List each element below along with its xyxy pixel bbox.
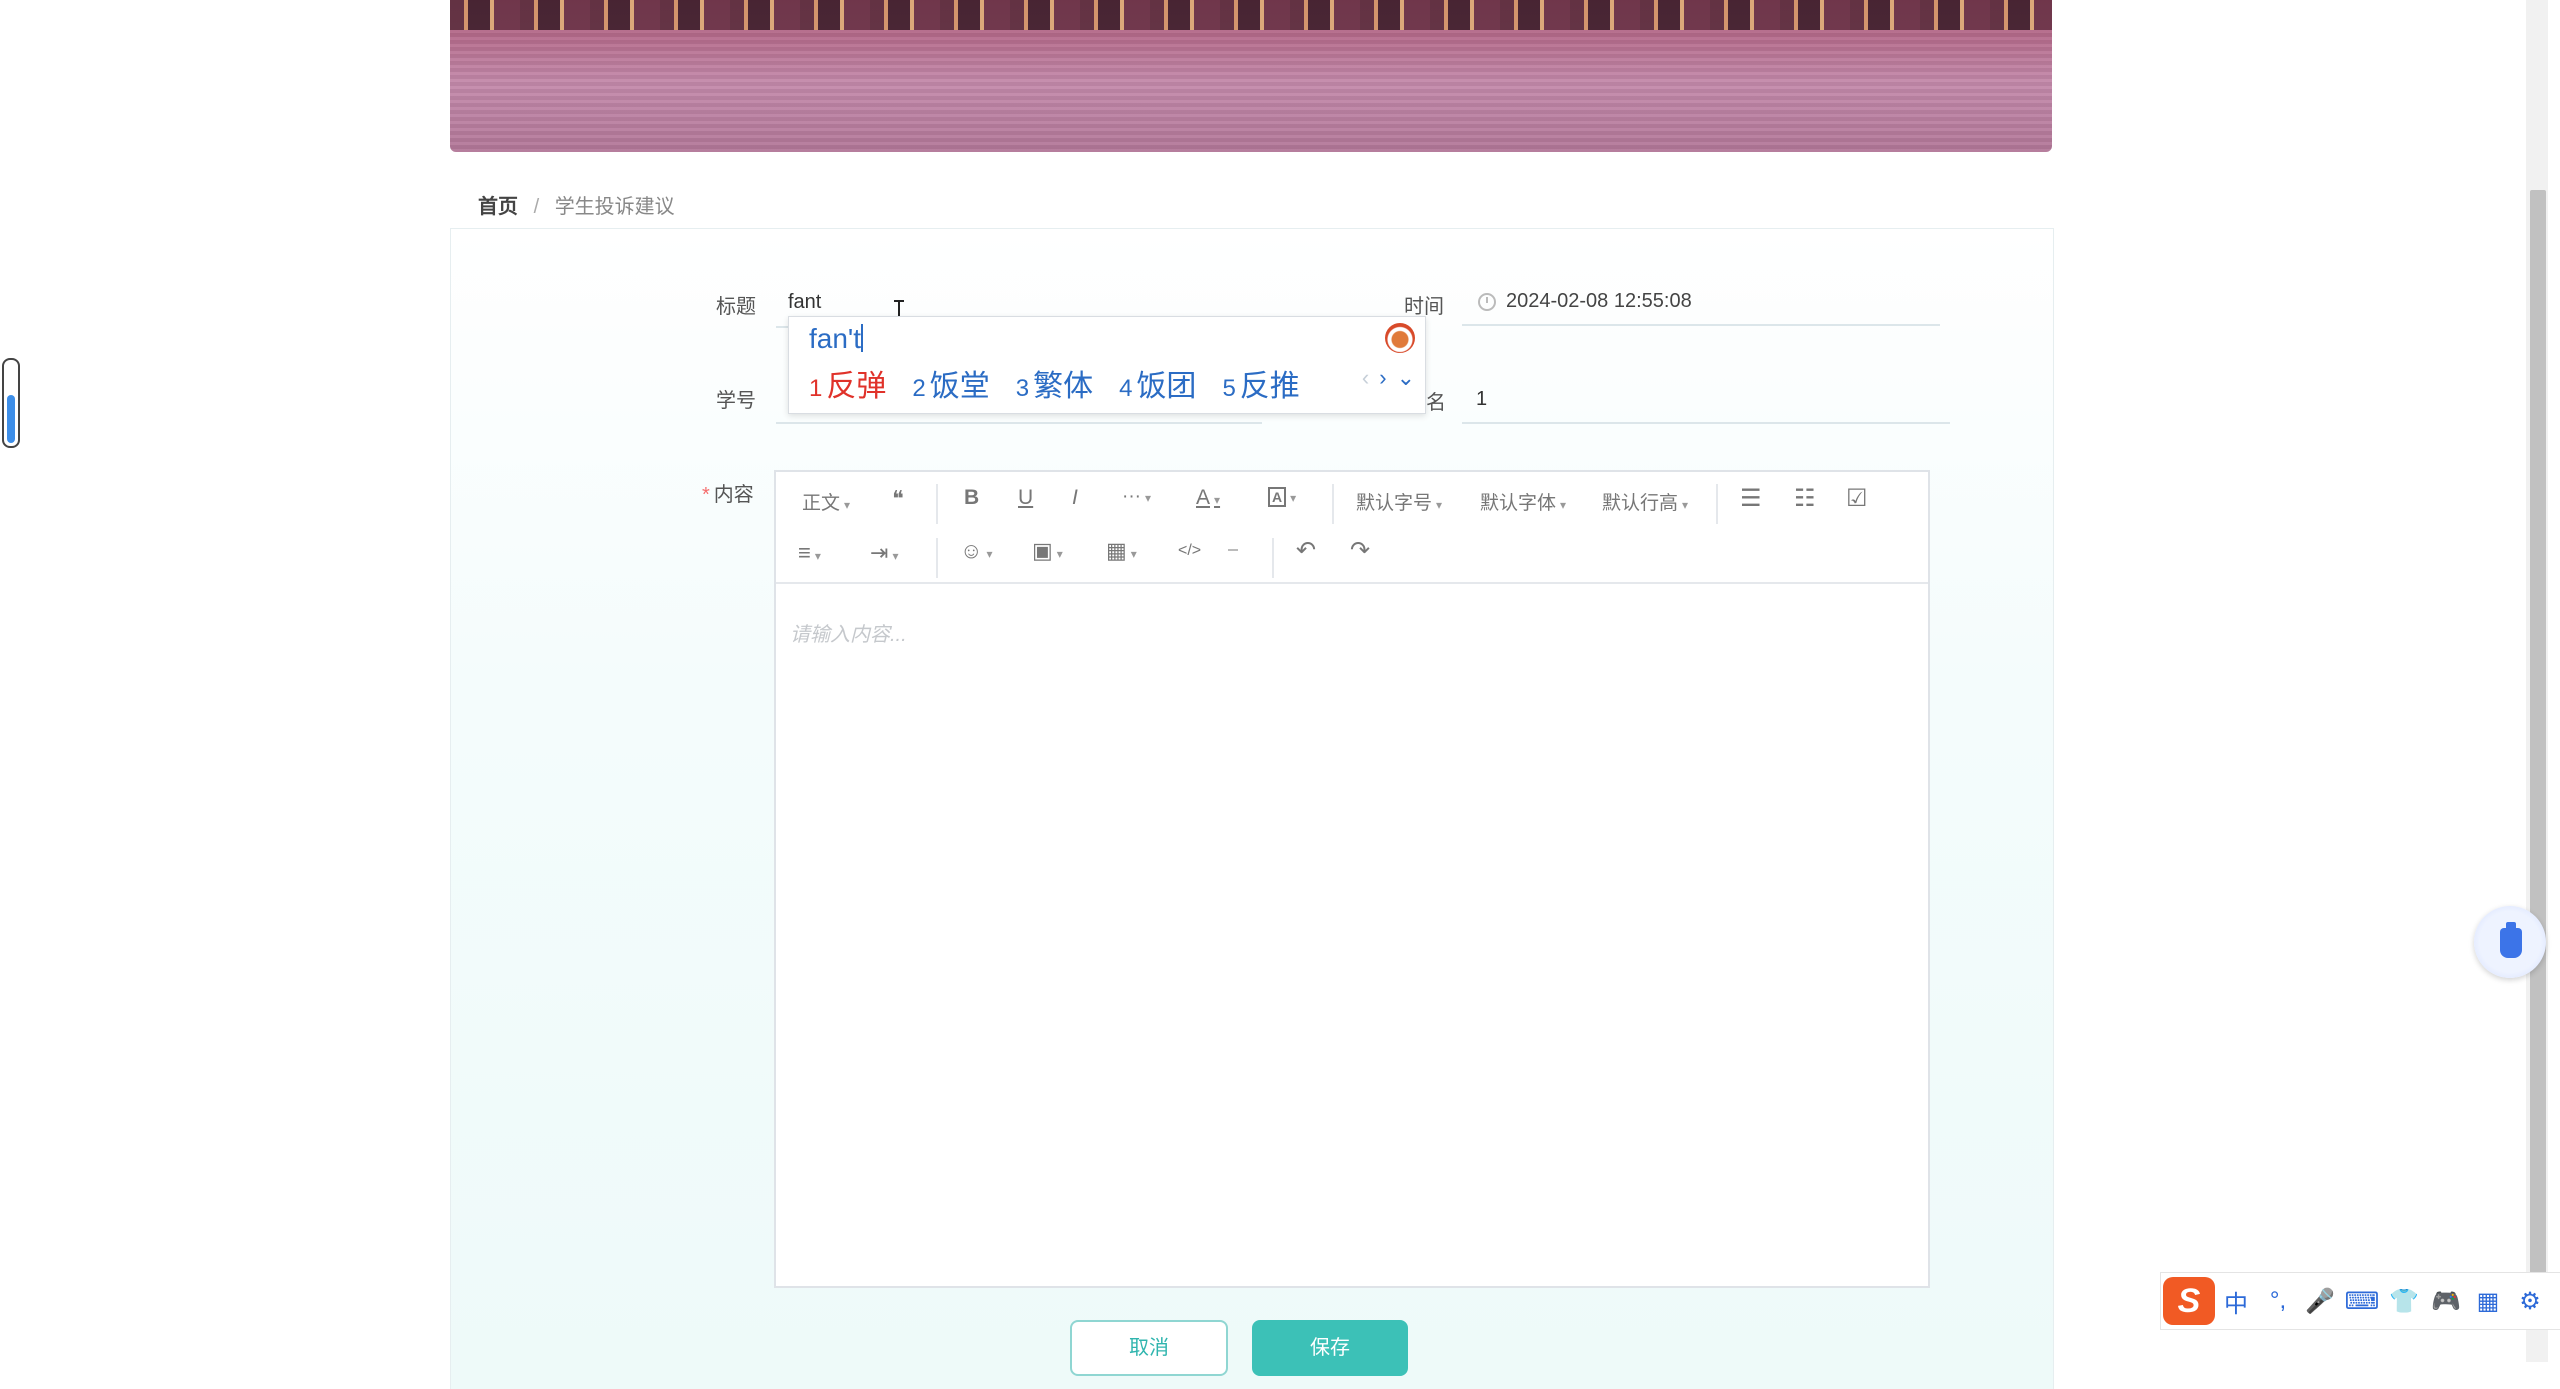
- paragraph-style-dropdown[interactable]: 正文 ▾: [802, 488, 850, 515]
- toolbox-grid-icon[interactable]: ▦: [2467, 1287, 2509, 1316]
- redo-icon[interactable]: ↷: [1350, 536, 1370, 565]
- numbered-list-icon[interactable]: ☷: [1794, 484, 1816, 513]
- ime-status-bar: S 中 °, 🎤 ⌨ 👕 🎮 ▦ ⚙: [2160, 1272, 2560, 1330]
- align-dropdown[interactable]: ≡ ▾: [798, 540, 821, 566]
- table-dropdown[interactable]: ▦ ▾: [1106, 538, 1137, 564]
- ime-candidate-3[interactable]: 3 繁体: [1016, 361, 1093, 405]
- quote-icon[interactable]: ❝: [892, 486, 904, 512]
- chinese-mode-toggle[interactable]: 中: [2215, 1284, 2257, 1319]
- ime-next-page-icon[interactable]: ›: [1379, 365, 1386, 391]
- keyboard-icon[interactable]: ⌨: [2341, 1287, 2383, 1316]
- todo-checkbox-icon[interactable]: ☑: [1846, 484, 1868, 513]
- toolbar-separator: [936, 538, 938, 578]
- save-button[interactable]: 保存: [1252, 1320, 1408, 1376]
- ime-pinyin-composition: fan't: [809, 323, 864, 354]
- title-label: 标题: [716, 296, 756, 318]
- usb-icon: [2500, 922, 2522, 958]
- settings-gear-icon[interactable]: ⚙: [2509, 1287, 2551, 1316]
- italic-icon[interactable]: I: [1072, 486, 1078, 510]
- breadcrumb-current: 学生投诉建议: [554, 196, 675, 218]
- sogou-logo-icon[interactable]: S: [2163, 1277, 2215, 1325]
- rich-text-editor: 正文 ▾ ❝ B U I ··· ▾ A ▾ A ▾ 默认字号 ▾ 默认字体 ▾ 默认行高 ▾…: [774, 470, 1930, 1288]
- background-color-dropdown[interactable]: A ▾: [1268, 486, 1296, 508]
- ime-candidate-1[interactable]: 1 反弹: [809, 361, 886, 405]
- student-id-input-underline[interactable]: [776, 422, 1262, 424]
- time-input-underline: [1462, 324, 1940, 326]
- ime-candidate-popup: fan't 1 反弹 2 饭堂 3 繁体 4 饭团 5 反推 ‹ › ⌄: [788, 316, 1426, 414]
- clock-icon: [1478, 293, 1496, 311]
- ime-skin-icon[interactable]: [1385, 323, 1415, 353]
- ime-candidate-4[interactable]: 4 饭团: [1119, 361, 1196, 405]
- name-input[interactable]: 1: [1476, 388, 1487, 411]
- breadcrumb-separator: /: [533, 196, 540, 218]
- editor-toolbar: 正文 ▾ ❝ B U I ··· ▾ A ▾ A ▾ 默认字号 ▾ 默认字体 ▾ 默认行高 ▾…: [776, 472, 1928, 584]
- breadcrumb-home-link[interactable]: 首页: [478, 196, 518, 218]
- side-widget-fill: [7, 395, 15, 443]
- name-label: 名: [1426, 392, 1446, 414]
- indent-dropdown[interactable]: ⇥ ▾: [870, 540, 898, 566]
- ime-candidate-2[interactable]: 2 饭堂: [912, 361, 989, 405]
- font-family-dropdown[interactable]: 默认字体 ▾: [1480, 488, 1566, 515]
- underline-icon[interactable]: U: [1018, 486, 1033, 510]
- game-controller-icon[interactable]: 🎮: [2425, 1287, 2467, 1316]
- side-thermometer-widget[interactable]: [2, 358, 20, 448]
- content-label: * 内容: [702, 484, 754, 506]
- required-mark: *: [702, 484, 710, 506]
- header-banner-image: [450, 0, 2052, 152]
- title-input[interactable]: fant: [788, 291, 821, 314]
- emoji-dropdown[interactable]: ☺ ▾: [960, 538, 993, 564]
- toolbar-separator: [1716, 484, 1718, 524]
- ime-caret: [861, 324, 864, 352]
- floating-usb-ball[interactable]: [2474, 906, 2546, 978]
- toolbar-separator: [1272, 538, 1274, 578]
- student-id-label: 学号: [716, 390, 756, 412]
- image-dropdown[interactable]: ▣ ▾: [1032, 538, 1063, 564]
- time-input[interactable]: 2024-02-08 12:55:08: [1506, 290, 1692, 313]
- divider-icon[interactable]: ⎯: [1228, 538, 1238, 561]
- punctuation-toggle-icon[interactable]: °,: [2257, 1287, 2299, 1315]
- ime-expand-icon[interactable]: ⌄: [1397, 365, 1415, 391]
- ime-candidate-5[interactable]: 5 反推: [1222, 361, 1299, 405]
- toolbar-separator: [936, 484, 938, 524]
- bold-icon[interactable]: B: [964, 486, 979, 510]
- ime-candidate-list: 1 反弹 2 饭堂 3 繁体 4 饭团 5 反推: [809, 361, 1326, 405]
- ime-page-controls: ‹ › ⌄: [1362, 365, 1415, 391]
- font-color-dropdown[interactable]: A ▾: [1196, 486, 1220, 510]
- bullet-list-icon[interactable]: ☰: [1740, 484, 1762, 513]
- banner-skyline: [450, 0, 2052, 30]
- font-size-dropdown[interactable]: 默认字号 ▾: [1356, 488, 1442, 515]
- breadcrumb: 首页 / 学生投诉建议: [478, 190, 675, 219]
- microphone-icon[interactable]: 🎤: [2299, 1287, 2341, 1316]
- name-input-underline: [1462, 422, 1950, 424]
- toolbar-separator: [1332, 484, 1334, 524]
- cancel-button[interactable]: 取消: [1070, 1320, 1228, 1376]
- line-height-dropdown[interactable]: 默认行高 ▾: [1602, 488, 1688, 515]
- undo-icon[interactable]: ↶: [1296, 536, 1316, 565]
- skin-shirt-icon[interactable]: 👕: [2383, 1287, 2425, 1316]
- time-label: 时间: [1404, 296, 1444, 318]
- editor-content-area[interactable]: 请输入内容...: [790, 618, 907, 647]
- page-scrollbar-thumb[interactable]: [2530, 190, 2546, 1330]
- banner-water: [450, 30, 2052, 152]
- ime-prev-page-icon[interactable]: ‹: [1362, 365, 1369, 391]
- code-icon[interactable]: </>: [1178, 542, 1201, 560]
- more-styles-dropdown[interactable]: ··· ▾: [1122, 486, 1151, 508]
